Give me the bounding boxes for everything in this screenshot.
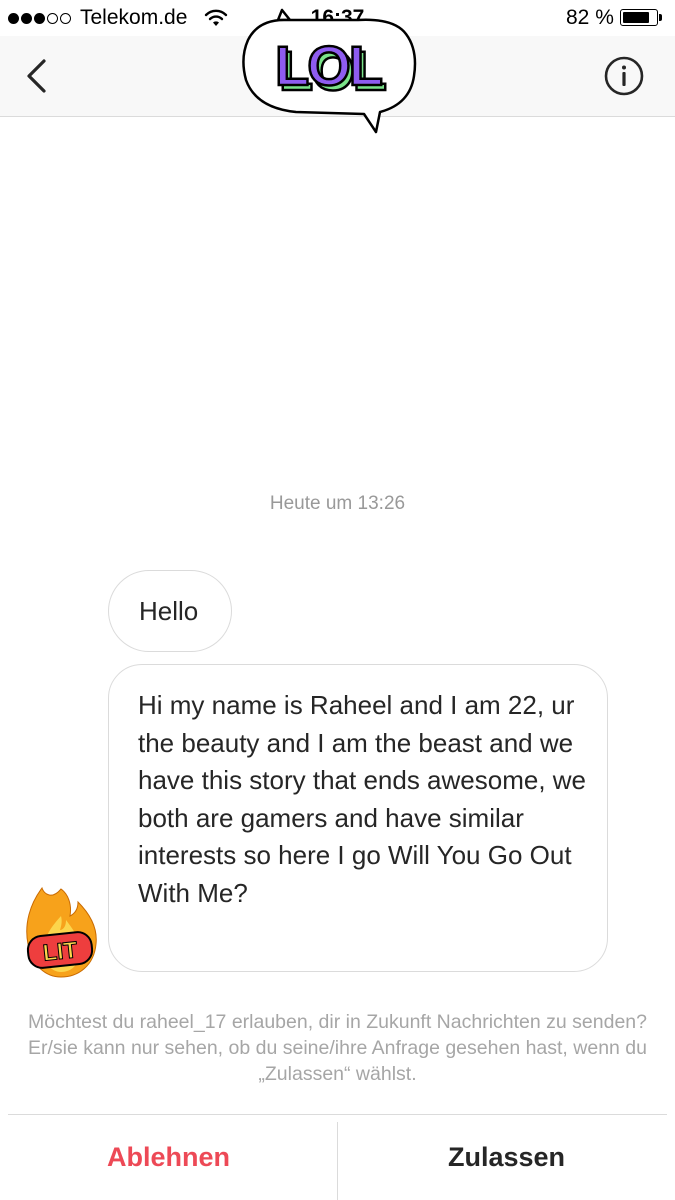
lol-sticker-text: LOL	[275, 34, 382, 97]
battery-percent: 82 %	[566, 6, 614, 29]
lit-sticker-text: LIT	[42, 936, 79, 965]
message-timestamp: Heute um 13:26	[269, 493, 406, 514]
message-bubble-long[interactable]: Hi my name is Raheel and I am 22, ur the…	[108, 664, 608, 972]
message-request-notice: Möchtest du raheel_17 erlauben, dir in Z…	[27, 1011, 647, 1085]
allow-button[interactable]: Zulassen	[338, 1115, 675, 1200]
lit-fire-sticker: LIT	[26, 886, 97, 978]
lol-sticker: LOL LOL	[242, 8, 417, 134]
back-chevron-icon[interactable]	[22, 58, 52, 94]
decline-button[interactable]: Ablehnen	[0, 1115, 337, 1200]
battery-icon	[620, 9, 662, 26]
info-icon[interactable]	[604, 56, 644, 96]
message-bubble-hello[interactable]: Hello	[108, 570, 232, 652]
